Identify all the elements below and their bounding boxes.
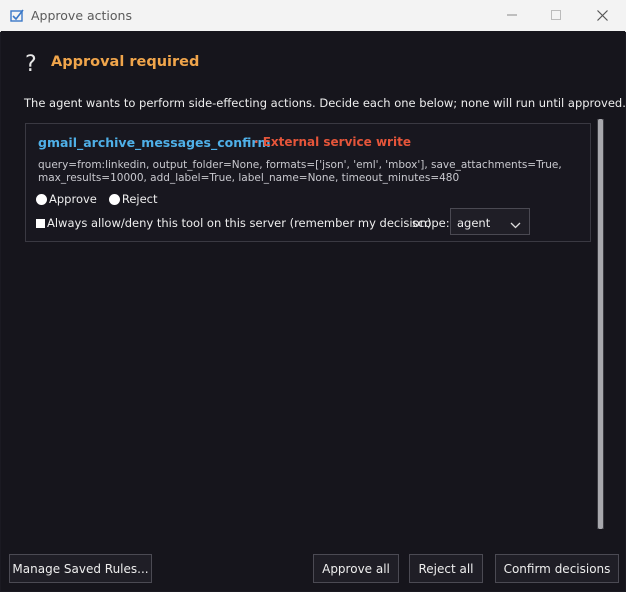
help-icon: ? [25, 52, 37, 77]
args-line: query=from:linkedin, output_folder=None,… [38, 159, 562, 171]
maximize-button[interactable] [541, 5, 571, 25]
confirm-decisions-button[interactable]: Confirm decisions [495, 554, 619, 583]
minimize-button[interactable] [497, 5, 527, 25]
reject-radio-label[interactable]: Reject [122, 192, 158, 206]
args-line: max_results=10000, add_label=True, label… [38, 172, 460, 184]
scope-dropdown[interactable]: agent [450, 208, 530, 235]
reject-all-button[interactable]: Reject all [409, 554, 483, 583]
close-button[interactable] [587, 5, 617, 25]
intro-text: The agent wants to perform side-effectin… [24, 96, 626, 110]
decision-radio-group: Approve Reject [36, 192, 170, 206]
chevron-down-icon [510, 218, 521, 232]
remember-checkbox-label[interactable]: Always allow/deny this tool on this serv… [47, 216, 431, 230]
risk-badge: · External service write [254, 135, 411, 149]
approve-all-button[interactable]: Approve all [313, 554, 399, 583]
remember-row: Always allow/deny this tool on this serv… [36, 216, 431, 230]
scope-label: scope: [412, 216, 450, 230]
scrollbar-thumb[interactable] [598, 119, 603, 529]
scope-value: agent [457, 216, 491, 230]
dialog-body: ? Approval required The agent wants to p… [1, 31, 626, 591]
window-title: Approve actions [31, 8, 132, 23]
remember-checkbox[interactable] [36, 218, 45, 228]
action-card: gmail_archive_messages_confirm · Externa… [25, 123, 591, 242]
approve-radio[interactable] [36, 193, 47, 205]
title-bar: Approve actions [0, 0, 626, 32]
approve-radio-label[interactable]: Approve [49, 192, 97, 206]
maximize-icon [551, 10, 561, 20]
app-icon [9, 7, 25, 23]
tool-arguments: query=from:linkedin, output_folder=None,… [38, 159, 578, 185]
reject-radio[interactable] [108, 193, 120, 205]
minimize-icon [507, 14, 517, 16]
manage-saved-rules-button[interactable]: Manage Saved Rules... [9, 554, 152, 583]
close-icon [596, 9, 608, 21]
page-title: Approval required [51, 54, 200, 70]
tool-name: gmail_archive_messages_confirm [38, 135, 271, 150]
